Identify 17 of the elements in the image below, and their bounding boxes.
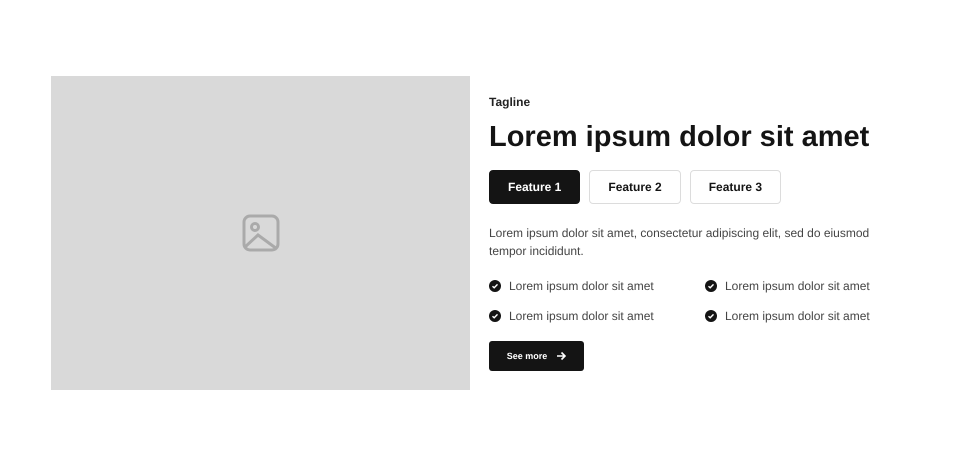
check-icon bbox=[705, 310, 717, 322]
check-icon bbox=[489, 280, 501, 292]
image-icon bbox=[242, 214, 280, 252]
arrow-right-icon bbox=[556, 351, 566, 361]
feature-text: Lorem ipsum dolor sit amet bbox=[509, 278, 654, 295]
heading: Lorem ipsum dolor sit amet bbox=[489, 120, 870, 155]
tagline: Tagline bbox=[489, 95, 532, 109]
feature-tab[interactable]: Feature 1 bbox=[489, 170, 580, 204]
feature-text: Lorem ipsum dolor sit amet bbox=[725, 278, 870, 295]
check-icon bbox=[705, 280, 717, 292]
feature-tab[interactable]: Feature 2 bbox=[589, 170, 681, 204]
see-more-button[interactable]: See more bbox=[489, 341, 584, 371]
feature-text: Lorem ipsum dolor sit amet bbox=[509, 308, 654, 325]
feature-text: Lorem ipsum dolor sit amet bbox=[725, 308, 870, 325]
check-icon bbox=[489, 310, 501, 322]
feature-tab[interactable]: Feature 3 bbox=[690, 170, 782, 204]
description: Lorem ipsum dolor sit amet, consectetur adipiscing elit, sed do eiusmod tempor incididunt. bbox=[489, 225, 870, 260]
